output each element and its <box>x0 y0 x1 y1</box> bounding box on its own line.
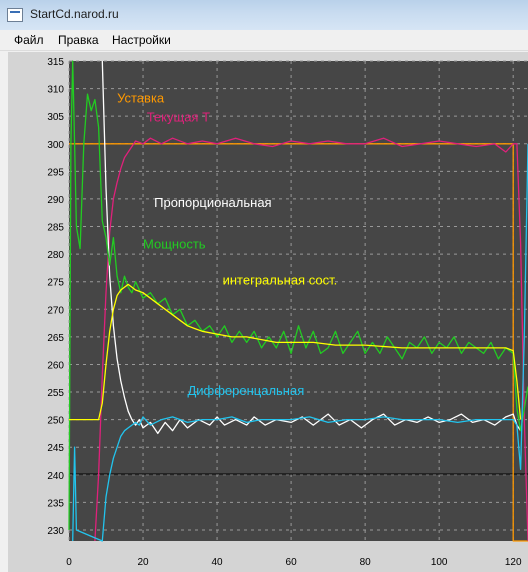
x-tick-label: 60 <box>286 557 298 568</box>
series-label-current_t: Текущая Т <box>147 110 210 125</box>
y-tick-label: 310 <box>47 85 64 96</box>
x-axis-ticks: 0 20 40 60 80 100 120 <box>66 557 522 568</box>
y-tick-label: 270 <box>47 305 64 316</box>
y-tick-label: 275 <box>47 278 64 289</box>
app-window-icon <box>7 8 23 22</box>
y-tick-label: 285 <box>47 223 64 234</box>
y-tick-label: 230 <box>47 526 64 537</box>
x-tick-label: 100 <box>431 557 448 568</box>
menu-edit[interactable]: Правка <box>58 33 99 47</box>
window-titlebar[interactable]: StartCd.narod.ru <box>0 0 528 31</box>
x-tick-label: 40 <box>212 557 224 568</box>
series-label-power: Мощность <box>143 237 206 252</box>
menu-file[interactable]: Файл <box>14 33 44 47</box>
y-tick-label: 290 <box>47 195 64 206</box>
menu-bar: Файл Правка Настройки <box>0 30 528 51</box>
series-label-integral: интегральная сост. <box>223 272 338 287</box>
y-tick-label: 255 <box>47 388 64 399</box>
series-label-setpoint: Уставка <box>117 90 165 105</box>
y-tick-label: 250 <box>47 416 64 427</box>
y-tick-label: 295 <box>47 167 64 178</box>
y-tick-label: 305 <box>47 112 64 123</box>
menu-settings[interactable]: Настройки <box>112 33 171 47</box>
series-label-proportional: Пропорциональная <box>154 195 271 210</box>
y-tick-label: 240 <box>47 471 64 482</box>
x-tick-label: 20 <box>137 557 149 568</box>
plot-background <box>69 61 528 541</box>
chart-svg: Уставка Текущая Т Пропорциональная Мощность… <box>47 57 528 568</box>
x-tick-label: 120 <box>505 557 522 568</box>
y-tick-label: 265 <box>47 333 64 344</box>
y-axis-ticks: 230 235 240 245 250 255 260 265 270 275 280 285 290 2… <box>47 57 64 537</box>
y-tick-label: 315 <box>47 57 64 68</box>
window-title: StartCd.narod.ru <box>30 7 119 21</box>
y-tick-label: 245 <box>47 443 64 454</box>
y-tick-label: 280 <box>47 250 64 261</box>
y-tick-label: 300 <box>47 140 64 151</box>
x-tick-label: 80 <box>360 557 372 568</box>
series-label-differential: Дифференцальная <box>187 383 304 398</box>
y-tick-label: 260 <box>47 360 64 371</box>
x-tick-label: 0 <box>66 557 72 568</box>
y-tick-label: 235 <box>47 498 64 509</box>
